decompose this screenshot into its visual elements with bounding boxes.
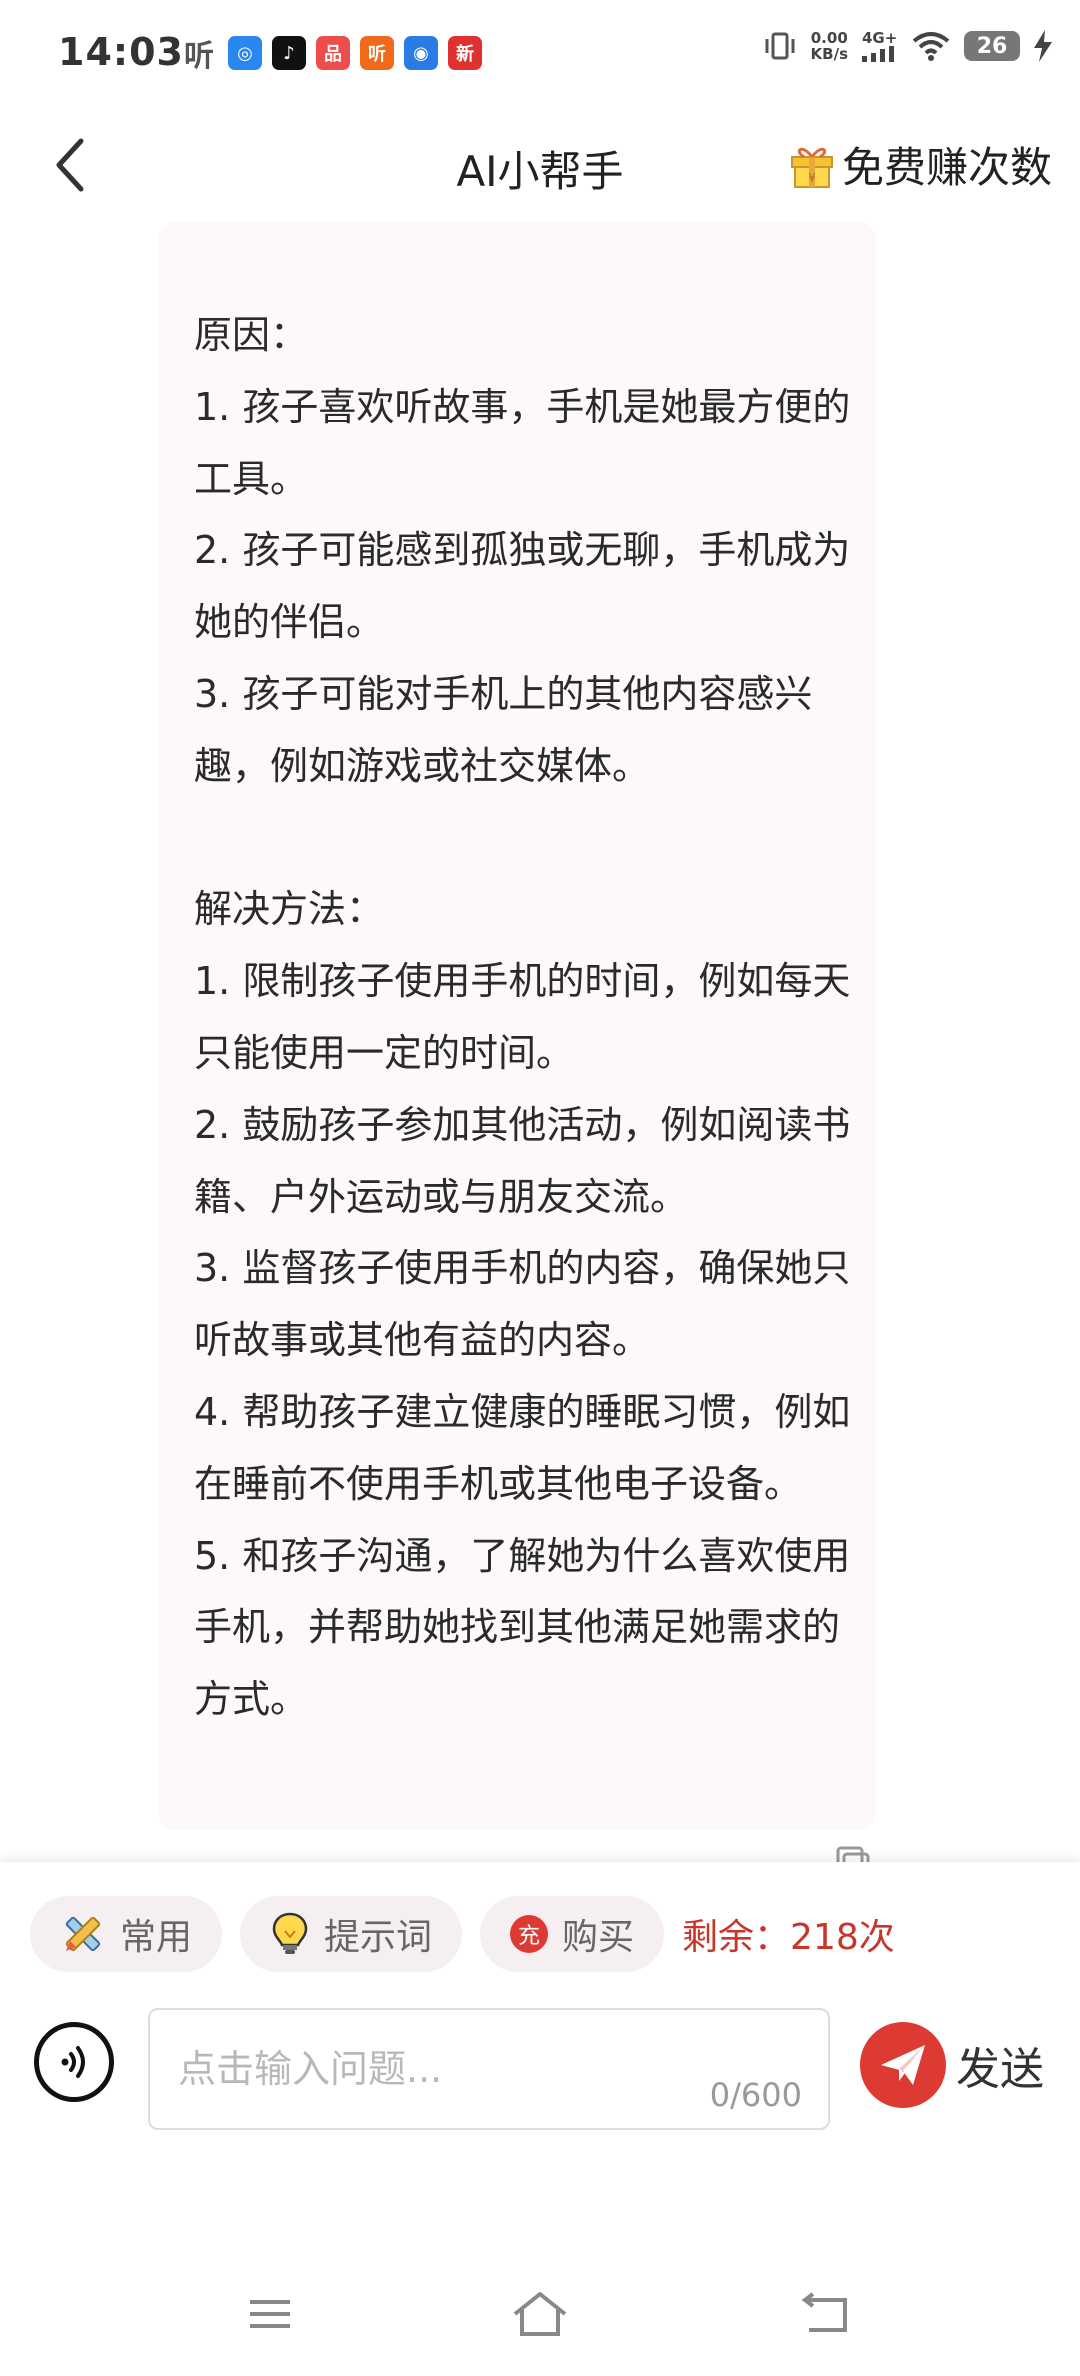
news-app-icon: 新 xyxy=(448,36,482,70)
quick-actions: 常用 提示词 充 购买 剩余：218次 xyxy=(30,1896,895,1972)
cellular-signal: 4G+ xyxy=(862,28,898,62)
buy-button[interactable]: 充 购买 xyxy=(480,1896,665,1972)
ai-response-text: 原因： 1. 孩子喜欢听故事，手机是她最方便的工具。 2. 孩子可能感到孤独或无… xyxy=(194,313,851,1722)
menu-icon xyxy=(250,2300,290,2328)
question-input[interactable]: 点击输入问题... 0/600 xyxy=(148,2008,830,2130)
system-navigation-bar xyxy=(0,2262,1080,2362)
status-indicators: 0.00 KB/s 4G+ 26 xyxy=(763,30,1052,62)
status-bar: 14:03 听 ◎ ♪ 品听 ◉ 新 0.00 KB/s 4G+ 26 xyxy=(0,0,1080,110)
status-app-icons: 听 ◎ ♪ 品听 ◉ 新 xyxy=(180,36,482,74)
gift-icon: ¥ xyxy=(790,147,833,188)
status-time: 14:03 xyxy=(58,30,184,74)
send-label: 发送 xyxy=(956,2044,1044,2095)
messenger-app-icon: ◎ xyxy=(228,36,262,70)
svg-text:¥: ¥ xyxy=(808,171,816,185)
question-input-placeholder: 点击输入问题... xyxy=(178,2047,443,2091)
prompt-words-button[interactable]: 提示词 xyxy=(240,1896,463,1972)
earn-label: 免费赚次数 xyxy=(841,143,1052,192)
network-type: 4G+ xyxy=(862,28,898,47)
remaining-count: 剩余：218次 xyxy=(682,1917,895,1958)
voice-wave-icon xyxy=(61,2046,85,2078)
charging-icon xyxy=(1034,30,1052,62)
battery-indicator: 26 xyxy=(964,31,1020,61)
network-speed-unit: KB/s xyxy=(810,45,848,63)
pencil-ruler-icon xyxy=(65,1916,101,1952)
ting-icon: 听 xyxy=(184,39,214,74)
recharge-icon: 充 xyxy=(510,1915,549,1953)
network-speed-value: 0.00 xyxy=(810,29,848,47)
prompt-words-label: 提示词 xyxy=(324,1917,433,1958)
common-label: 常用 xyxy=(120,1917,193,1958)
network-speed: 0.00 KB/s xyxy=(811,30,848,62)
common-button[interactable]: 常用 xyxy=(30,1896,223,1972)
fm-app-icon: ◉ xyxy=(404,36,438,70)
menu-nav-button[interactable] xyxy=(240,2284,300,2344)
earn-free-uses-button[interactable]: ¥ 免费赚次数 xyxy=(788,134,1052,195)
lightbulb-icon xyxy=(272,1912,308,1954)
back-nav-button[interactable] xyxy=(795,2284,855,2344)
signal-bars-icon xyxy=(862,45,894,62)
wifi-icon xyxy=(912,32,950,61)
ting-red-app-icon: 听 xyxy=(360,36,394,70)
return-icon xyxy=(801,2292,847,2332)
voice-input-button[interactable] xyxy=(34,2022,114,2102)
buy-label: 购买 xyxy=(562,1917,635,1958)
send-icon-circle xyxy=(860,2022,946,2108)
home-icon xyxy=(513,2292,567,2336)
send-button[interactable]: 发送 xyxy=(860,2022,1044,2108)
app-header: AI小帮手 ¥ 免费赚次数 xyxy=(0,110,1080,220)
xiaohongshu-app-icon: 品 xyxy=(316,36,350,70)
paper-plane-icon xyxy=(881,2045,925,2085)
vibrate-icon xyxy=(765,32,795,60)
char-counter: 0/600 xyxy=(709,2076,802,2114)
tiktok-app-icon: ♪ xyxy=(272,36,306,70)
home-nav-button[interactable] xyxy=(510,2284,570,2344)
ai-response-bubble: 原因： 1. 孩子喜欢听故事，手机是她最方便的工具。 2. 孩子可能感到孤独或无… xyxy=(158,222,876,1830)
